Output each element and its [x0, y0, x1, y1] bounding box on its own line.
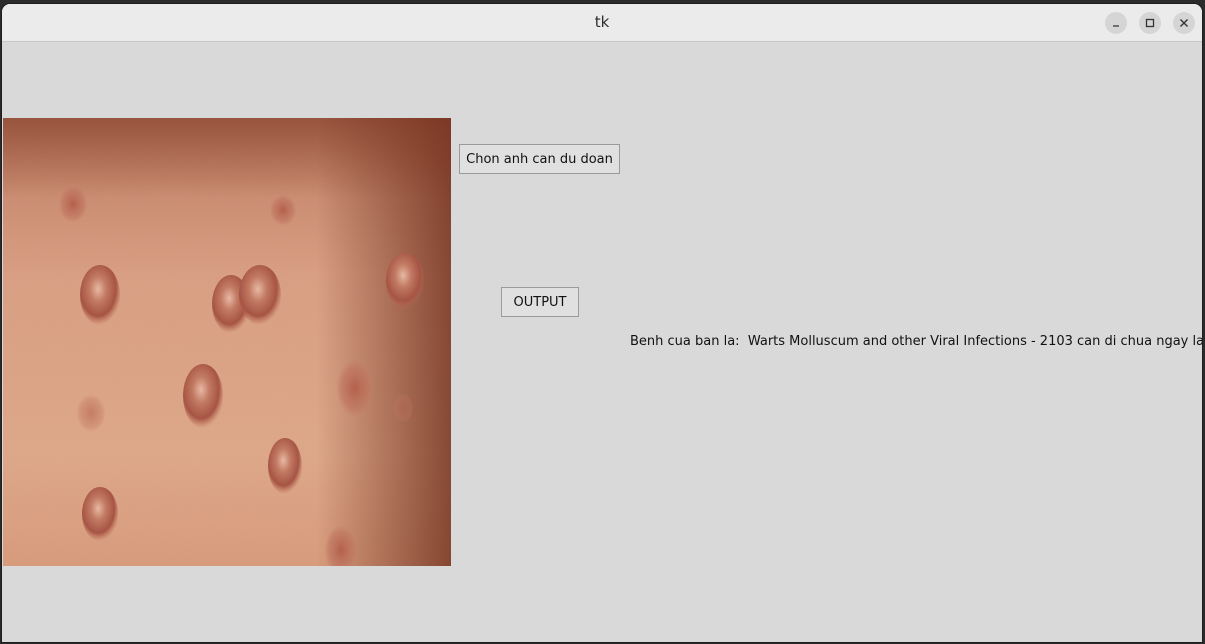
maximize-icon — [1145, 18, 1155, 28]
minimize-button[interactable] — [1105, 12, 1127, 34]
close-icon — [1180, 19, 1188, 27]
close-button[interactable] — [1173, 12, 1195, 34]
client-area: Chon anh can du doan OUTPUT Benh cua ban… — [2, 42, 1202, 642]
output-button[interactable]: OUTPUT — [501, 287, 579, 317]
maximize-button[interactable] — [1139, 12, 1161, 34]
prediction-result-label: Benh cua ban la: Warts Molluscum and oth… — [630, 334, 1202, 349]
choose-image-button[interactable]: Chon anh can du doan — [459, 144, 620, 174]
app-window: tk Chon anh can du doan OUTPUT Benh cua … — [2, 4, 1202, 642]
title-bar[interactable]: tk — [2, 4, 1202, 42]
window-title: tk — [594, 13, 610, 31]
skin-lesion-image — [3, 118, 451, 566]
minimize-icon — [1113, 25, 1119, 27]
